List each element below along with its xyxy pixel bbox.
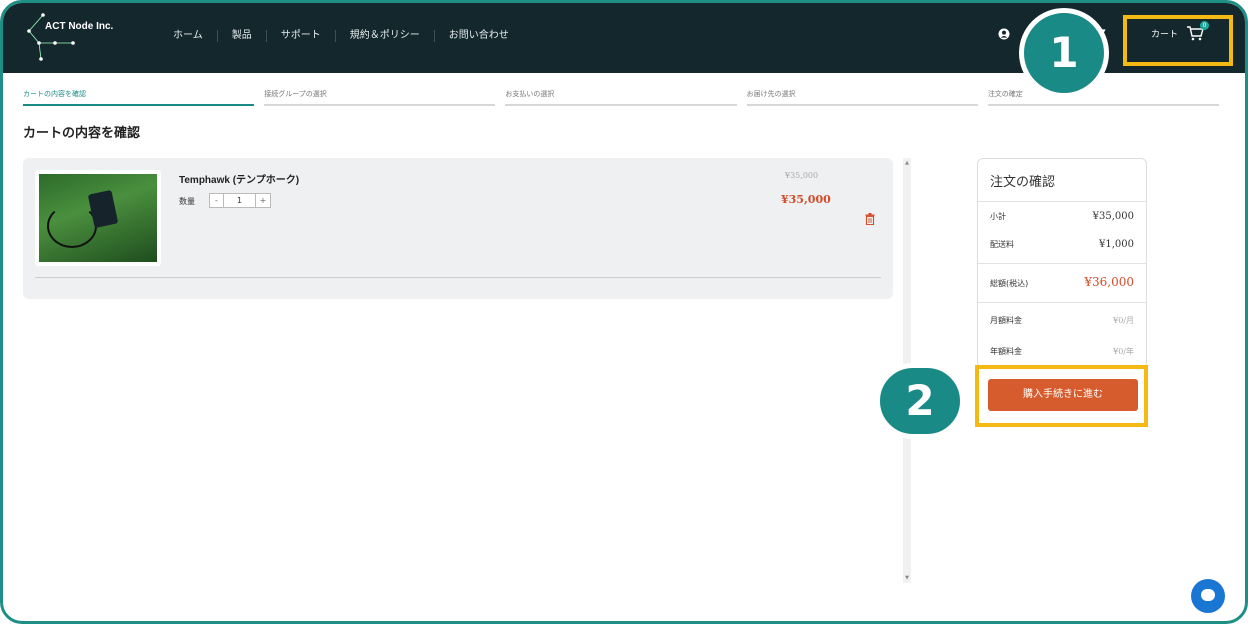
quantity-label: 数量 — [179, 197, 195, 206]
cart-item-panel: Temphawk (テンプホーク) 数量 - 1 + ¥35,000 ¥35,0… — [23, 158, 893, 299]
step-confirm-cart[interactable]: カートの内容を確認 — [23, 89, 255, 106]
product-name[interactable]: Temphawk (テンプホーク) — [179, 171, 299, 186]
nav-terms[interactable]: 規約＆ポリシー — [336, 30, 435, 42]
item-price: ¥35,000 — [781, 193, 831, 206]
summary-row-shipping: 配送料 ¥1,000 — [990, 239, 1134, 250]
main-nav: ホーム 製品 サポート 規約＆ポリシー お問い合わせ — [173, 30, 523, 42]
company-logo[interactable]: ACT Node Inc. — [19, 7, 139, 65]
order-summary-card: 注文の確認 小計 ¥35,000 配送料 ¥1,000 総額(税込) ¥36,0… — [977, 158, 1147, 368]
step-marker-2: 2 — [875, 363, 965, 439]
monthly-fee-label: 月額料金 — [990, 316, 1022, 325]
total-value: ¥36,000 — [1084, 275, 1134, 289]
highlight-box-cart — [1123, 15, 1233, 66]
summary-row-total: 総額(税込) ¥36,000 — [990, 275, 1134, 289]
step-payment[interactable]: お支払いの選択 — [505, 89, 737, 106]
app-window: ACT Node Inc. ホーム 製品 サポート 規約＆ポリシー お問い合わせ… — [0, 0, 1248, 624]
divider — [978, 263, 1146, 264]
shipping-value: ¥1,000 — [1099, 239, 1134, 250]
constellation-logo-icon — [27, 13, 75, 61]
step-order-confirm[interactable]: 注文の確定 — [987, 89, 1220, 106]
divider — [35, 277, 881, 278]
step-marker-1: 1 — [1019, 8, 1109, 98]
nav-home[interactable]: ホーム — [173, 30, 218, 42]
summary-row-monthly: 月額料金 ¥0/月 — [990, 315, 1134, 326]
quantity-decrease-button[interactable]: - — [210, 194, 224, 207]
proceed-to-checkout-button[interactable]: 購入手続きに進む — [988, 379, 1138, 411]
summary-row-subtotal: 小計 ¥35,000 — [990, 211, 1134, 222]
scroll-up-icon[interactable]: ▲ — [903, 160, 911, 166]
step-connection-group[interactable]: 接続グループの選択 — [264, 89, 496, 106]
page-title: カートの内容を確認 — [23, 126, 141, 141]
checkout-steps: カートの内容を確認 接続グループの選択 お支払いの選択 お届け先の選択 注文の確… — [23, 89, 1220, 106]
subtotal-value: ¥35,000 — [1092, 211, 1134, 222]
step-shipping[interactable]: お届け先の選択 — [746, 89, 978, 106]
total-label: 総額(税込) — [990, 279, 1029, 288]
logo-text: ACT Node Inc. — [45, 21, 114, 32]
subtotal-label: 小計 — [990, 212, 1006, 221]
monthly-fee-value: ¥0/月 — [1113, 316, 1134, 325]
divider — [978, 201, 1146, 202]
divider — [978, 302, 1146, 303]
nav-contact[interactable]: お問い合わせ — [435, 30, 523, 42]
nav-support[interactable]: サポート — [267, 30, 336, 42]
yearly-fee-value: ¥0/年 — [1113, 347, 1134, 356]
chat-bubble-icon — [1201, 589, 1215, 601]
shipping-label: 配送料 — [990, 240, 1014, 249]
trash-icon[interactable] — [865, 213, 875, 225]
scroll-down-icon[interactable]: ▼ — [903, 575, 911, 581]
summary-title: 注文の確認 — [990, 175, 1056, 190]
chat-support-button[interactable] — [1191, 579, 1225, 613]
product-image[interactable] — [35, 170, 161, 266]
yearly-fee-label: 年額料金 — [990, 347, 1022, 356]
nav-products[interactable]: 製品 — [218, 30, 267, 42]
summary-row-yearly: 年額料金 ¥0/年 — [990, 346, 1134, 357]
user-account-icon[interactable] — [998, 28, 1010, 40]
quantity-increase-button[interactable]: + — [256, 194, 270, 207]
quantity-input[interactable]: 1 — [224, 194, 256, 207]
original-price: ¥35,000 — [785, 171, 819, 180]
quantity-stepper: - 1 + — [209, 193, 271, 208]
